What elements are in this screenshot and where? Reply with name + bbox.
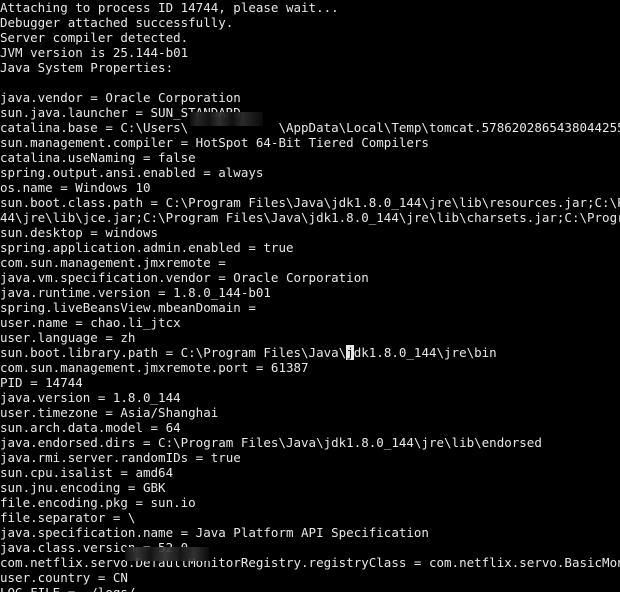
console-line: sun.java.launcher = SUN_STANDARD xyxy=(0,105,241,120)
console-output: Attaching to process ID 14744, please wa… xyxy=(0,0,620,592)
console-line: spring.output.ansi.enabled = always xyxy=(0,165,264,180)
console-line: file.encoding.pkg = sun.io xyxy=(0,495,196,510)
console-line: sun.jnu.encoding = GBK xyxy=(0,480,166,495)
console-line: java.vm.specification.vendor = Oracle Co… xyxy=(0,270,369,285)
console-line: java.rmi.server.randomIDs = true xyxy=(0,450,241,465)
console-line: java.runtime.version = 1.8.0_144-b01 xyxy=(0,285,271,300)
console-line: user.name = chao.li_jtcx xyxy=(0,315,181,330)
console-line: user.language = zh xyxy=(0,330,136,345)
console-line: java.version = 1.8.0_144 xyxy=(0,390,181,405)
console-line: catalina.useNaming = false xyxy=(0,150,196,165)
console-line: spring.liveBeansView.mbeanDomain = xyxy=(0,300,264,315)
console-line: com.netflix.servo.DefaultMonitorRegistry… xyxy=(0,555,620,570)
console-line: sun.boot.class.path = C:\Program Files\J… xyxy=(0,195,620,210)
console-line: os.name = Windows 10 xyxy=(0,180,151,195)
console-line: user.country = CN xyxy=(0,570,128,585)
console-line: java.endorsed.dirs = C:\Program Files\Ja… xyxy=(0,435,542,450)
console-line: Attaching to process ID 14744, please wa… xyxy=(0,0,339,15)
console-line: catalina.base = C:\Users\ \AppData\Local… xyxy=(0,120,620,135)
console-line: file.separator = \ xyxy=(0,510,136,525)
console-line: LOG_FILE = ./logs/ xyxy=(0,585,620,592)
console-line: spring.application.admin.enabled = true xyxy=(0,240,294,255)
console-line: Server compiler detected. xyxy=(0,30,189,45)
console-line: java.specification.name = Java Platform … xyxy=(0,525,429,540)
console-line: sun.cpu.isalist = amd64 xyxy=(0,465,174,480)
console-line: user.timezone = Asia/Shanghai xyxy=(0,405,219,420)
console-line: Java System Properties: xyxy=(0,60,174,75)
console-line: sun.management.compiler = HotSpot 64-Bit… xyxy=(0,135,429,150)
text-cursor: j xyxy=(346,345,354,360)
console-line: java.class.version = 52.0 xyxy=(0,540,189,555)
console-line: com.sun.management.jmxremote.port = 6138… xyxy=(0,360,309,375)
console-line: 44\jre\lib\jce.jar;C:\Program Files\Java… xyxy=(0,210,620,225)
console-line: sun.boot.library.path = C:\Program Files… xyxy=(0,345,497,360)
terminal-console[interactable]: Attaching to process ID 14744, please wa… xyxy=(0,0,620,592)
console-line: PID = 14744 xyxy=(0,375,83,390)
console-line: com.sun.management.jmxremote = xyxy=(0,255,234,270)
console-line: java.vendor = Oracle Corporation xyxy=(0,90,241,105)
console-line: Debugger attached successfully. xyxy=(0,15,234,30)
console-line: sun.arch.data.model = 64 xyxy=(0,420,181,435)
console-line: JVM version is 25.144-b01 xyxy=(0,45,189,60)
console-line: sun.desktop = windows xyxy=(0,225,159,240)
